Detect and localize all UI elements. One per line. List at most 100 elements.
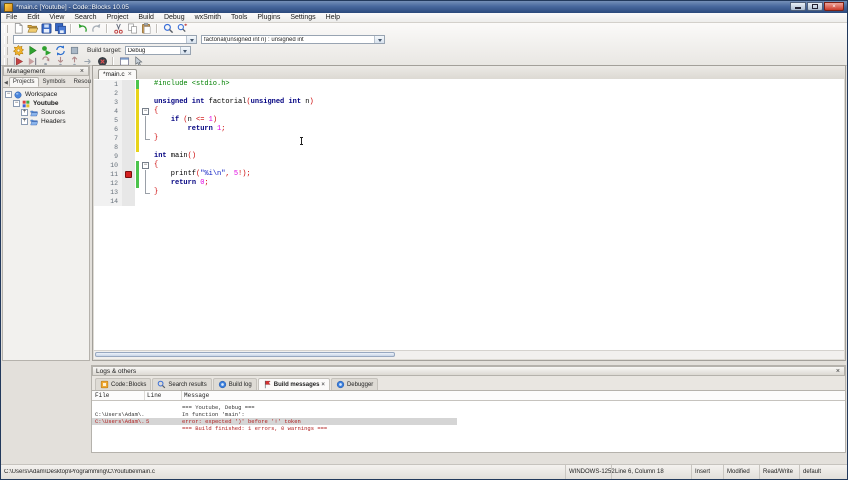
code-text[interactable]: int main(): [151, 152, 196, 161]
tree-item-sources[interactable]: + Sources: [3, 108, 89, 117]
paste-icon[interactable]: [139, 23, 153, 34]
code-text[interactable]: return 1;: [151, 125, 226, 134]
chevron-down-icon[interactable]: [179, 47, 190, 54]
code-line-8[interactable]: 8: [94, 143, 844, 152]
logs-tab-debugger[interactable]: Debugger: [330, 378, 379, 390]
close-icon[interactable]: ×: [128, 71, 132, 78]
fold-margin[interactable]: [140, 125, 151, 134]
code-line-10[interactable]: 10 −{: [94, 161, 844, 170]
close-icon[interactable]: ×: [321, 382, 325, 388]
copy-icon[interactable]: [125, 23, 139, 34]
replace-icon[interactable]: [175, 23, 189, 34]
build-message-row[interactable]: C:\Users\Adam\... In function 'main':: [92, 411, 845, 418]
code-text[interactable]: if (n <= 1): [151, 116, 217, 125]
fold-margin[interactable]: [140, 179, 151, 188]
function-combo[interactable]: factorial(unsigned int n) : unsigned int: [201, 35, 385, 44]
fold-margin[interactable]: [140, 152, 151, 161]
code-line-7[interactable]: 7}: [94, 134, 844, 143]
management-tab-projects[interactable]: Projects: [8, 77, 39, 87]
code-line-13[interactable]: 13}: [94, 188, 844, 197]
maximize-button[interactable]: [807, 2, 823, 11]
title-bar[interactable]: *main.c [Youtube] - Code::Blocks 10.05 ×: [1, 1, 847, 13]
fold-margin[interactable]: [140, 188, 151, 197]
save-icon[interactable]: [39, 23, 53, 34]
expand-icon[interactable]: +: [21, 118, 28, 125]
code-text[interactable]: {: [151, 161, 158, 170]
logs-caption[interactable]: Logs & others ×: [92, 366, 845, 376]
menu-plugins[interactable]: Plugins: [252, 14, 285, 21]
code-text[interactable]: }: [151, 134, 158, 143]
code-text[interactable]: return 0;: [151, 179, 209, 188]
rebuild-icon[interactable]: [53, 45, 67, 56]
breakpoint-margin[interactable]: [122, 134, 135, 143]
redo-icon[interactable]: [89, 23, 103, 34]
fold-collapse-icon[interactable]: −: [142, 162, 149, 169]
code-line-1[interactable]: 1 #include <stdio.h>: [94, 80, 844, 89]
column-line[interactable]: Line: [145, 391, 182, 400]
open-file-icon[interactable]: [25, 23, 39, 34]
fold-margin[interactable]: [140, 170, 151, 179]
menu-project[interactable]: Project: [102, 14, 134, 21]
breakpoint-margin[interactable]: [122, 116, 135, 125]
chevron-down-icon[interactable]: [374, 36, 384, 43]
breakpoint-margin[interactable]: [122, 188, 135, 197]
save-all-icon[interactable]: [53, 23, 67, 34]
code-text[interactable]: }: [151, 188, 158, 197]
menu-search[interactable]: Search: [69, 14, 101, 21]
cut-icon[interactable]: [111, 23, 125, 34]
expand-icon[interactable]: +: [21, 109, 28, 116]
menu-edit[interactable]: Edit: [22, 14, 44, 21]
code-text[interactable]: printf("%i\n", 5!);: [151, 170, 251, 179]
tree-item-youtube[interactable]: − Youtube: [3, 99, 89, 108]
code-line-12[interactable]: 12 return 0;: [94, 179, 844, 188]
menu-settings[interactable]: Settings: [285, 14, 320, 21]
code-line-11[interactable]: 11 printf("%i\n", 5!);: [94, 170, 844, 179]
column-file[interactable]: File: [92, 391, 145, 400]
tree-item-headers[interactable]: + Headers: [3, 117, 89, 126]
menu-view[interactable]: View: [44, 14, 69, 21]
menu-wxsmith[interactable]: wxSmith: [190, 14, 226, 21]
code-line-14[interactable]: 14: [94, 197, 844, 206]
scrollbar-thumb[interactable]: [95, 352, 395, 357]
breakpoint-margin[interactable]: [122, 179, 135, 188]
fold-margin[interactable]: [140, 197, 151, 206]
editor-tab-main-c[interactable]: *main.c ×: [98, 69, 137, 79]
code-line-2[interactable]: 2: [94, 89, 844, 98]
code-text[interactable]: [151, 143, 154, 152]
management-tab-symbols[interactable]: Symbols: [39, 77, 70, 87]
logs-tab-search-results[interactable]: Search results: [152, 378, 212, 390]
code-line-3[interactable]: 3 unsigned int factorial(unsigned int n): [94, 98, 844, 107]
logs-tab-code-blocks[interactable]: Code::Blocks: [95, 378, 152, 390]
breakpoint-margin[interactable]: [122, 152, 135, 161]
fold-margin[interactable]: [140, 80, 151, 89]
fold-margin[interactable]: [140, 134, 151, 143]
new-file-icon[interactable]: [11, 23, 25, 34]
build-message-row[interactable]: C:\Users\Adam\...5 error: expected ')' be…: [92, 418, 845, 425]
code-text[interactable]: unsigned int factorial(unsigned int n): [151, 98, 314, 107]
chevron-down-icon[interactable]: [186, 36, 196, 43]
table-header[interactable]: File Line Message: [92, 391, 845, 401]
breakpoint-margin[interactable]: [122, 197, 135, 206]
column-message[interactable]: Message: [182, 391, 845, 400]
fold-margin[interactable]: [140, 89, 151, 98]
code-text[interactable]: [151, 197, 154, 206]
code-text[interactable]: [151, 89, 154, 98]
logs-tab-build-log[interactable]: Build log: [212, 378, 257, 390]
breakpoint-margin[interactable]: [122, 89, 135, 98]
code-line-5[interactable]: 5 if (n <= 1): [94, 116, 844, 125]
build-message-row[interactable]: === Build finished: 1 errors, 0 warnings…: [92, 425, 845, 432]
code-line-9[interactable]: 9 int main(): [94, 152, 844, 161]
build-target-combo[interactable]: Debug: [124, 46, 191, 55]
close-button[interactable]: ×: [824, 2, 844, 11]
breakpoint-margin[interactable]: [122, 98, 135, 107]
collapse-icon[interactable]: −: [13, 100, 20, 107]
tree-item-workspace[interactable]: − Workspace: [3, 90, 89, 99]
menu-build[interactable]: Build: [133, 14, 159, 21]
breakpoint-icon[interactable]: [125, 171, 132, 178]
code-text[interactable]: {: [151, 107, 158, 116]
run-icon[interactable]: [25, 45, 39, 56]
fold-margin[interactable]: −: [140, 161, 151, 170]
fold-collapse-icon[interactable]: −: [142, 108, 149, 115]
close-icon[interactable]: ×: [79, 68, 85, 75]
breakpoint-margin[interactable]: [122, 80, 135, 89]
